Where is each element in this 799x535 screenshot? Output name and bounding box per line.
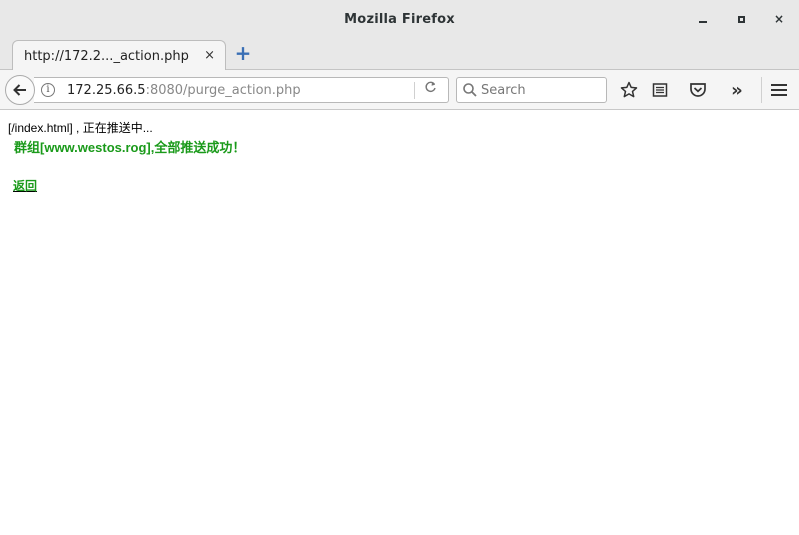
url-input[interactable]: 172.25.66.5:8080/purge_action.php [67,83,301,98]
minimize-icon [699,21,707,23]
search-icon [462,82,478,98]
search-input[interactable]: Search [456,77,607,103]
reload-icon[interactable] [424,81,437,98]
tab-active[interactable]: http://172.2..._action.php × [12,40,226,71]
window-titlebar: Mozilla Firefox [0,0,799,38]
tab-label: http://172.2..._action.php [24,48,189,64]
url-host: 172.25.66.5 [67,83,146,98]
back-arrow-icon [13,84,26,96]
url-bar[interactable]: i 172.25.66.5:8080/purge_action.php [34,77,449,103]
maximize-icon [737,15,745,23]
toolbar-separator [761,77,762,103]
maximize-button[interactable] [732,10,750,28]
push-result-text: 群组[www.westos.rog],全部推送成功！ [14,140,246,155]
url-divider [414,82,415,99]
reader-list-icon[interactable] [650,80,670,100]
page-content: [/index.html] , 正在推送中... 群组[www.westos.r… [0,111,799,535]
window-title: Mozilla Firefox [344,11,455,27]
pocket-icon[interactable] [688,80,708,100]
search-placeholder: Search [481,83,526,98]
close-window-button[interactable]: × [770,10,788,28]
minimize-button[interactable] [694,10,712,28]
tab-strip: http://172.2..._action.php × + [0,38,799,71]
overflow-chevrons-icon[interactable]: » [727,80,747,101]
info-icon[interactable]: i [41,83,55,97]
back-link[interactable]: 返回 [13,177,37,194]
bookmark-star-icon[interactable] [619,80,639,100]
tab-close-icon[interactable]: × [204,48,215,63]
url-path: :8080/purge_action.php [145,83,301,98]
navigation-toolbar: i 172.25.66.5:8080/purge_action.php Sear… [0,70,799,110]
new-tab-button[interactable]: + [234,43,252,63]
hamburger-menu-icon[interactable] [769,80,789,100]
push-status-text: [/index.html] , 正在推送中... [8,121,153,135]
close-icon: × [773,12,785,26]
back-button[interactable] [5,75,35,105]
